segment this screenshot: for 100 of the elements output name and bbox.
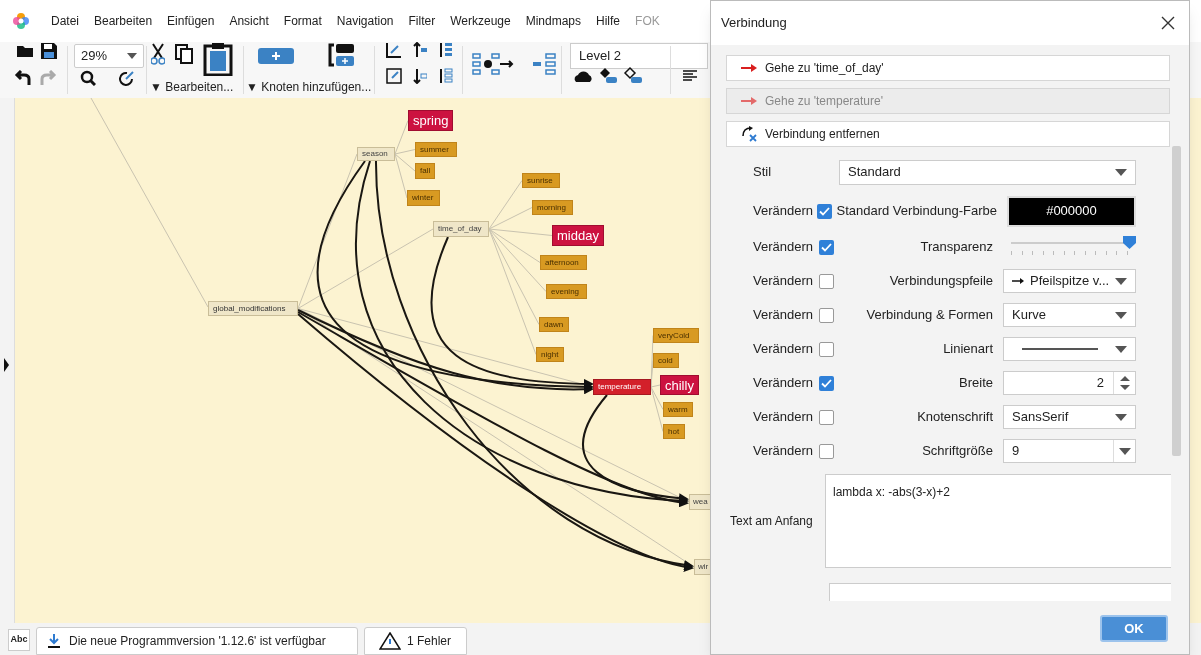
menu-item[interactable]: Ansicht bbox=[229, 12, 269, 30]
mind-map-node[interactable]: global_modifications bbox=[208, 301, 298, 316]
field-label: Text am Anfang bbox=[730, 513, 814, 530]
line-style-dropdown[interactable] bbox=[1003, 337, 1136, 361]
checkbox[interactable] bbox=[816, 203, 832, 219]
mind-map-node[interactable]: winter bbox=[407, 190, 440, 206]
slider-thumb[interactable] bbox=[1123, 236, 1136, 249]
change-label: Verändern bbox=[753, 202, 814, 221]
mind-map-node[interactable]: afternoon bbox=[540, 255, 587, 270]
field-label: Linienart bbox=[942, 340, 994, 359]
checkbox[interactable] bbox=[819, 307, 834, 323]
dropdown[interactable]: SansSerif bbox=[1003, 405, 1136, 429]
arrow-right-icon bbox=[741, 64, 757, 72]
align-left-icon[interactable] bbox=[683, 70, 697, 82]
app-logo-icon[interactable] bbox=[12, 12, 30, 30]
font-size-dropdown[interactable]: 9 bbox=[1003, 439, 1136, 463]
mind-map-node[interactable]: time_of_day bbox=[433, 221, 489, 237]
checkbox[interactable] bbox=[819, 443, 834, 459]
dropdown[interactable]: Pfeilspitze v... bbox=[1003, 269, 1136, 293]
dropdown-caret-icon[interactable] bbox=[1115, 277, 1128, 285]
text-field[interactable] bbox=[829, 583, 1171, 601]
change-label: Verändern bbox=[753, 272, 814, 291]
action-button[interactable]: Gehe zu 'time_of_day' bbox=[726, 55, 1170, 81]
menu-item[interactable]: Filter bbox=[408, 12, 436, 30]
move-up-icon[interactable] bbox=[413, 42, 427, 58]
collapse-arrow-icon[interactable] bbox=[4, 358, 9, 372]
mind-map-node[interactable]: hot bbox=[663, 424, 685, 439]
mind-map-node[interactable]: spring bbox=[408, 110, 454, 131]
arrow-right-icon[interactable] bbox=[1012, 278, 1024, 284]
dropdown-caret-icon[interactable] bbox=[1115, 311, 1127, 319]
edit-menu-button[interactable]: ▼ Bearbeiten... bbox=[150, 78, 234, 96]
field-label: Schriftgröße bbox=[921, 442, 994, 461]
mind-map-node[interactable]: temperature bbox=[593, 379, 651, 395]
clipboard-icon[interactable] bbox=[203, 42, 233, 76]
remove-connector-icon bbox=[741, 126, 757, 142]
fill-bucket-icon[interactable] bbox=[598, 66, 618, 84]
width-spinner[interactable]: 2 bbox=[1003, 371, 1136, 395]
menu-item[interactable]: Hilfe bbox=[596, 12, 621, 30]
mind-map-node[interactable]: season bbox=[357, 147, 395, 161]
cloud-icon[interactable] bbox=[573, 70, 593, 82]
start-text-field[interactable]: lambda x: -abs(3-x)+2 bbox=[825, 474, 1171, 568]
checkbox[interactable] bbox=[819, 341, 834, 357]
mind-map-node[interactable]: night bbox=[536, 347, 564, 362]
spinner-arrows-icon[interactable] bbox=[1119, 376, 1130, 390]
mind-map-node[interactable]: sunrise bbox=[522, 173, 560, 188]
add-node-icon[interactable] bbox=[258, 48, 294, 64]
list-outline-icon[interactable] bbox=[437, 68, 453, 84]
spell-check-button[interactable]: Abc bbox=[8, 629, 30, 651]
color-button[interactable]: #000000 bbox=[1006, 195, 1136, 227]
errors-button[interactable]: 1 Fehler bbox=[364, 627, 467, 655]
menu-item[interactable]: Mindmaps bbox=[525, 12, 582, 30]
copy-icon[interactable] bbox=[175, 44, 193, 64]
save-icon[interactable] bbox=[40, 42, 58, 60]
mind-map-node[interactable]: dawn bbox=[539, 317, 569, 332]
dropdown-caret-icon[interactable] bbox=[1115, 345, 1127, 353]
mind-map-node[interactable]: fall bbox=[415, 163, 436, 179]
dropdown[interactable]: Kurve bbox=[1003, 303, 1136, 327]
move-down-icon[interactable] bbox=[413, 68, 427, 84]
style-dropdown[interactable]: Standard bbox=[839, 159, 1136, 185]
scissors-icon[interactable] bbox=[151, 43, 165, 65]
dropdown-caret-icon[interactable] bbox=[1118, 447, 1131, 455]
menu-item[interactable]: Datei bbox=[51, 12, 79, 30]
checkbox[interactable] bbox=[819, 409, 834, 425]
action-button[interactable]: Verbindung entfernen bbox=[726, 121, 1170, 147]
mind-map-node[interactable]: cold bbox=[653, 353, 679, 368]
chart-layout-icon[interactable] bbox=[386, 42, 402, 58]
checkbox[interactable] bbox=[819, 273, 834, 289]
menu-item[interactable]: Werkzeuge bbox=[450, 12, 511, 30]
dropdown-caret-icon[interactable] bbox=[127, 53, 137, 59]
node-list-icon[interactable] bbox=[533, 52, 557, 76]
search-icon[interactable] bbox=[80, 70, 96, 86]
menu-item[interactable]: Navigation bbox=[336, 12, 394, 30]
level-combo[interactable]: Level 2 bbox=[570, 43, 708, 69]
add-node-menu-button[interactable]: ▼ Knoten hinzufügen... bbox=[246, 78, 372, 96]
mind-map-node[interactable]: wea bbox=[689, 494, 711, 510]
mind-map-node[interactable]: midday bbox=[552, 225, 604, 246]
menu-item[interactable]: Einfügen bbox=[167, 12, 215, 30]
checkbox[interactable] bbox=[819, 239, 834, 255]
close-icon[interactable] bbox=[1161, 16, 1175, 30]
mind-map-node[interactable]: chilly bbox=[660, 375, 699, 395]
mind-map-node[interactable]: summer bbox=[415, 142, 457, 157]
scrollbar-thumb[interactable] bbox=[1172, 146, 1181, 456]
update-button[interactable]: Die neue Programmversion '1.12.6' ist verfügbar bbox=[36, 627, 358, 655]
list-sort-icon[interactable] bbox=[437, 42, 453, 58]
checkbox[interactable] bbox=[819, 375, 834, 391]
brush-icon[interactable] bbox=[119, 70, 135, 86]
chart-expand-icon[interactable] bbox=[386, 68, 402, 84]
add-child-node-icon[interactable] bbox=[328, 42, 356, 68]
mind-map-node[interactable]: evening bbox=[546, 284, 587, 299]
dropdown-caret-icon[interactable] bbox=[1115, 413, 1127, 421]
dropdown-caret-icon[interactable] bbox=[1115, 168, 1127, 176]
menu-item[interactable]: Format bbox=[283, 12, 322, 30]
field-label: Verbindungspfeile bbox=[888, 272, 994, 291]
mind-map-node[interactable]: veryCold bbox=[653, 328, 699, 343]
zoom-combo[interactable]: 29% bbox=[74, 44, 144, 68]
mind-map-node[interactable]: warm bbox=[663, 402, 693, 417]
undo-icon[interactable] bbox=[14, 70, 32, 86]
border-bucket-icon[interactable] bbox=[623, 66, 643, 84]
mind-map-node[interactable]: morning bbox=[532, 200, 573, 215]
menu-item[interactable]: Bearbeiten bbox=[94, 12, 153, 30]
